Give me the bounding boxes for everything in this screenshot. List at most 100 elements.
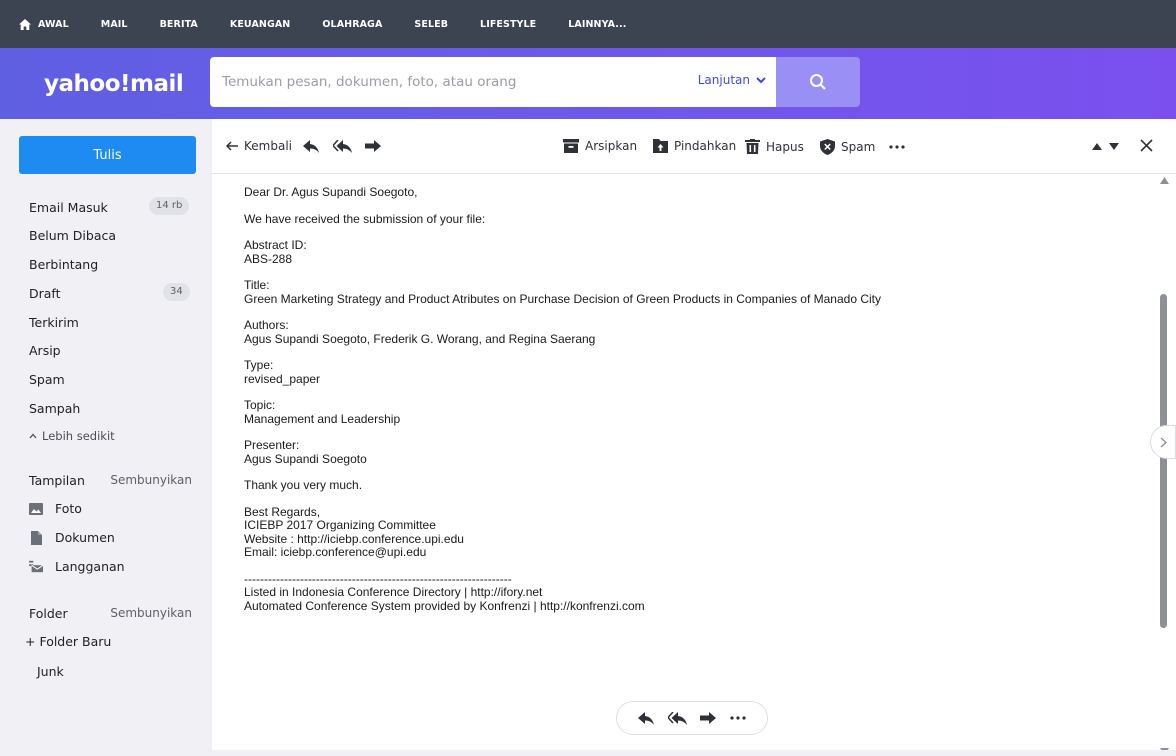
right-panel-toggle[interactable] (1150, 425, 1176, 459)
folders-hide-button[interactable]: Sembunyikan (110, 606, 192, 620)
delete-button[interactable]: Hapus (745, 139, 804, 154)
archive-label: Arsipkan (585, 139, 638, 153)
sidebar-item-junk[interactable]: Junk (37, 664, 64, 679)
message-footer: ----------------------------------------… (244, 571, 645, 613)
nav-news-label: BERITA (159, 18, 198, 30)
nav-news[interactable]: BERITA (160, 19, 198, 30)
message-paragraph: Thank you very much. (244, 478, 363, 492)
more-actions-button[interactable] (889, 145, 911, 149)
nav-finance-label: KEUANGAN (229, 18, 291, 30)
nav-mail[interactable]: MAIL (101, 19, 128, 30)
view-documents[interactable]: Dokumen (29, 530, 115, 545)
archive-button[interactable]: Arsipkan (563, 139, 637, 153)
view-subscriptions[interactable]: Langganan (29, 559, 125, 574)
new-folder-button[interactable]: + Folder Baru (25, 634, 111, 649)
sidebar-item-starred[interactable]: Berbintang (29, 257, 98, 272)
reply-all-button[interactable] (333, 140, 358, 153)
sidebar-item-unread[interactable]: Belum Dibaca (29, 228, 116, 243)
more-dots-icon (730, 716, 746, 720)
nav-more-label: LAINNYA... (568, 18, 627, 30)
back-button[interactable]: Kembali (226, 139, 292, 153)
reply-button[interactable] (303, 140, 325, 153)
photo-icon (29, 502, 43, 516)
subscription-icon (29, 560, 43, 574)
sidebar-item-label: Sampah (29, 401, 81, 416)
reply-icon (637, 711, 654, 725)
top-navigation: AWAL MAIL BERITA KEUANGAN OLAHRAGA SELEB… (0, 0, 1176, 48)
advanced-search-button[interactable]: Lanjutan (698, 73, 766, 87)
sidebar-item-inbox[interactable]: Email Masuk (29, 200, 108, 215)
delete-label: Hapus (766, 139, 804, 154)
back-label: Kembali (244, 139, 292, 153)
arrow-left-icon (226, 141, 238, 151)
close-message-button[interactable] (1140, 139, 1159, 152)
sidebar-item-drafts[interactable]: Draft (29, 286, 61, 301)
move-button[interactable]: Pindahkan (653, 139, 736, 153)
message-paragraph: Authors: Agus Supandi Soegoto, Frederik … (244, 318, 596, 346)
reply-all-icon (333, 140, 352, 153)
views-section-title: Tampilan (29, 473, 85, 488)
sidebar-item-spam[interactable]: Spam (29, 372, 65, 387)
reply-icon (303, 140, 319, 153)
forward-icon (700, 712, 717, 724)
show-less-label: Lebih sedikit (42, 429, 115, 443)
view-photos-label: Foto (55, 501, 82, 516)
sidebar-item-trash[interactable]: Sampah (29, 401, 80, 416)
mail-header: yahoo!mail Lanjutan (0, 48, 1176, 119)
search-input[interactable] (222, 71, 662, 93)
bottom-forward-button[interactable] (700, 712, 717, 724)
advanced-search-label: Lanjutan (697, 73, 750, 87)
yahoo-mail-logo[interactable]: yahoo!mail (44, 71, 184, 97)
nav-celeb[interactable]: SELEB (414, 19, 448, 30)
move-folder-icon (653, 139, 668, 153)
bottom-action-bar (616, 701, 768, 735)
message-paragraph: Abstract ID: ABS-288 (244, 238, 307, 266)
next-message-button[interactable] (1109, 143, 1125, 150)
nav-home-label: AWAL (38, 18, 69, 30)
nav-lifestyle[interactable]: LIFESTYLE (480, 19, 536, 30)
show-less-button[interactable]: Lebih sedikit (29, 429, 115, 443)
triangle-down-icon (1109, 143, 1119, 150)
bottom-more-button[interactable] (730, 716, 746, 720)
scrollbar-thumb[interactable] (1160, 294, 1167, 628)
close-icon (1140, 139, 1153, 152)
compose-button[interactable]: Tulis (19, 136, 196, 174)
sidebar-item-label: Belum Dibaca (29, 228, 117, 243)
sidebar-item-sent[interactable]: Terkirim (29, 315, 79, 330)
message-paragraph: Dear Dr. Agus Supandi Soegoto, (244, 185, 418, 199)
shield-icon (820, 139, 835, 155)
nav-sports[interactable]: OLAHRAGA (322, 19, 382, 30)
message-paragraph: Topic: Management and Leadership (244, 398, 401, 426)
sidebar-item-label: Draft (29, 286, 61, 301)
sidebar: Tulis Email Masuk 14 rb Belum Dibaca Ber… (0, 119, 212, 756)
message-toolbar: Kembali Arsipkan Pindahkan Hapus Spam (212, 119, 1176, 174)
nav-home[interactable]: AWAL (19, 18, 69, 30)
sidebar-item-archive[interactable]: Arsip (29, 343, 61, 358)
bottom-reply-all-button[interactable] (667, 711, 687, 725)
spam-button[interactable]: Spam (820, 139, 875, 155)
scroll-up-arrow-icon[interactable] (1160, 177, 1169, 184)
spam-label: Spam (841, 140, 876, 154)
previous-message-button[interactable] (1092, 143, 1108, 150)
nav-lifestyle-label: LIFESTYLE (480, 18, 537, 30)
nav-finance[interactable]: KEUANGAN (230, 19, 290, 30)
view-photos[interactable]: Foto (29, 501, 82, 516)
nav-sports-label: OLAHRAGA (322, 18, 383, 30)
message-paragraph: Presenter: Agus Supandi Soegoto (244, 438, 367, 466)
message-paragraph: Title: Green Marketing Strategy and Prod… (244, 278, 881, 306)
search-button[interactable] (776, 57, 860, 107)
sidebar-item-label: Arsip (29, 343, 61, 358)
bottom-reply-button[interactable] (637, 711, 654, 725)
nav-mail-label: MAIL (100, 18, 128, 30)
sidebar-item-label: Email Masuk (29, 200, 108, 215)
sidebar-item-label: Terkirim (29, 315, 79, 330)
search-box: Lanjutan (210, 57, 776, 107)
views-hide-button[interactable]: Sembunyikan (110, 473, 192, 487)
archive-icon (563, 139, 579, 153)
nav-more[interactable]: LAINNYA... (568, 19, 626, 30)
forward-button[interactable] (365, 140, 387, 152)
chevron-down-icon (756, 76, 766, 83)
document-icon (29, 530, 43, 545)
trash-icon (745, 139, 760, 154)
bottom-strip (212, 750, 1176, 756)
